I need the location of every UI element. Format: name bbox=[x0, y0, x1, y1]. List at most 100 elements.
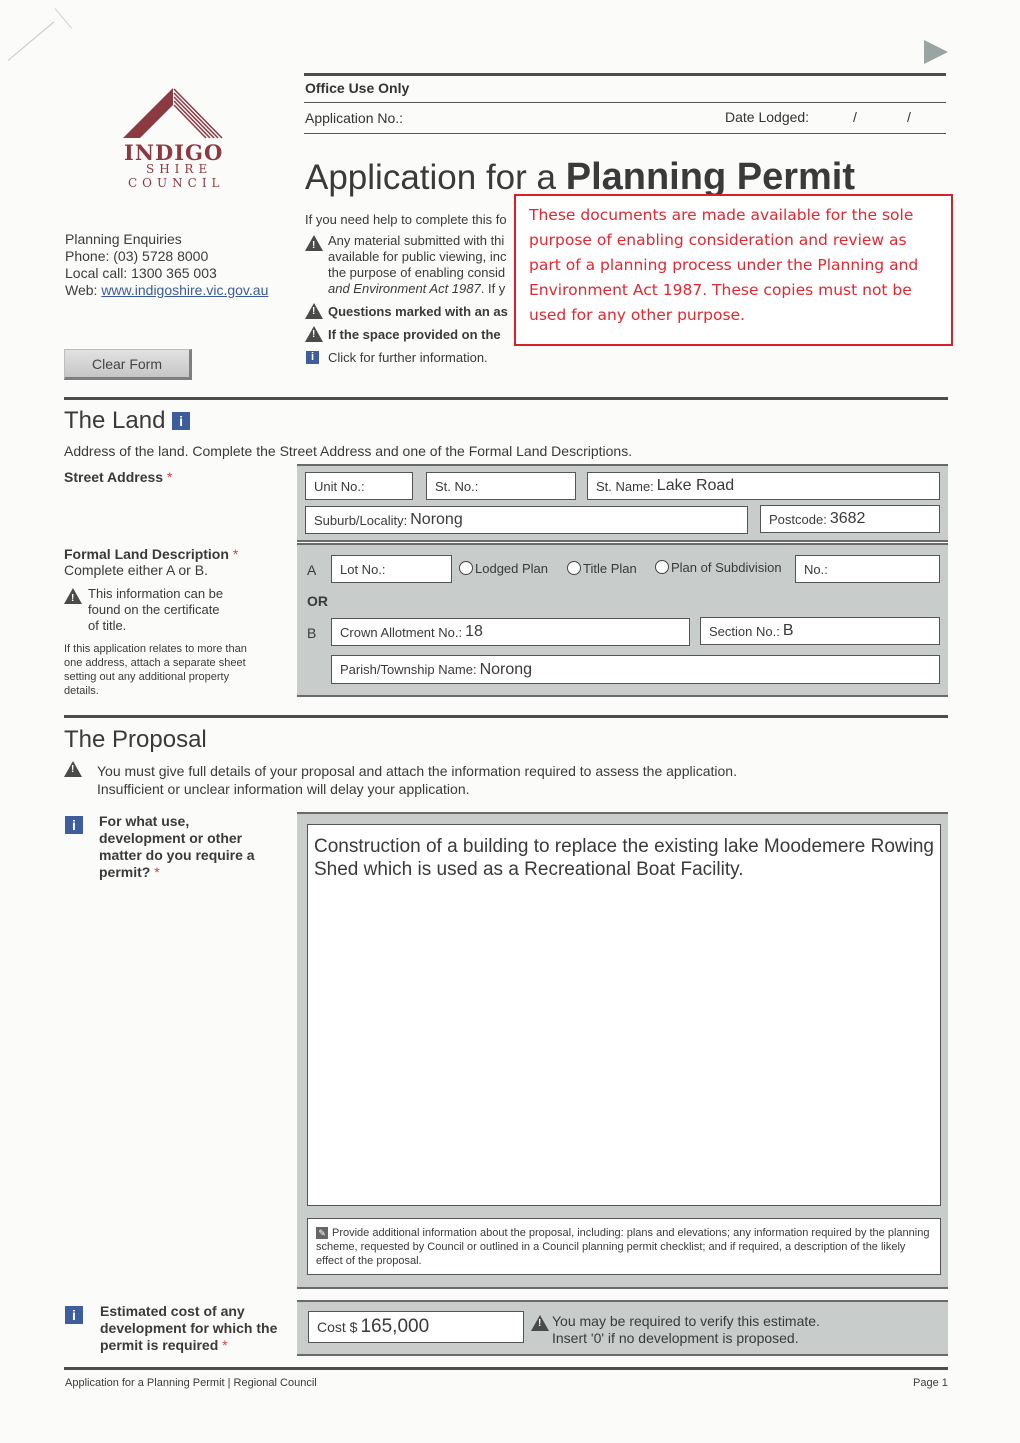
field-value: 165,000 bbox=[360, 1316, 430, 1337]
proposal-description-textarea[interactable]: Construction of a building to replace th… bbox=[307, 824, 941, 1206]
radio-lodged-plan[interactable]: Lodged Plan bbox=[459, 561, 548, 576]
help-notes: If you need help to complete this fo Any… bbox=[305, 212, 515, 365]
formal-label-text: Formal Land Description bbox=[64, 546, 229, 562]
radio-label: Title Plan bbox=[583, 561, 637, 576]
crown-allotment-field[interactable]: Crown Allotment No.: 18 bbox=[331, 618, 690, 646]
footer-divider bbox=[64, 1367, 948, 1370]
proposal-warning-line: Insufficient or unclear information will… bbox=[97, 781, 470, 797]
divider bbox=[304, 133, 946, 134]
land-description: Address of the land. Complete the Street… bbox=[64, 443, 633, 459]
field-label: Section No.: bbox=[709, 623, 780, 639]
space-note: If the space provided on the bbox=[305, 326, 515, 342]
info-icon[interactable]: i bbox=[65, 1306, 83, 1324]
material-line: available for public viewing, inc bbox=[328, 249, 507, 264]
field-value: Lake Road bbox=[656, 477, 735, 494]
planning-enquiries: Planning Enquiries Phone: (03) 5728 8000… bbox=[65, 231, 268, 299]
proposal-warning: You must give full details of your propo… bbox=[97, 762, 737, 798]
street-no-field[interactable]: St. No.: bbox=[426, 472, 576, 500]
postcode-field[interactable]: Postcode: 3682 bbox=[760, 505, 940, 533]
logo-text: SHIRE bbox=[146, 162, 213, 176]
radio-plan-of-subdivision[interactable]: Plan of Subdivision bbox=[655, 560, 782, 575]
space-note-text: If the space provided on the bbox=[328, 327, 501, 342]
info-note: i Click for further information. bbox=[305, 350, 515, 365]
office-use-title: Office Use Only bbox=[305, 80, 410, 96]
divider bbox=[304, 102, 946, 103]
field-label: St. Name: bbox=[596, 478, 654, 494]
option-b-label: B bbox=[307, 625, 317, 641]
act-name: and Environment Act 1987 bbox=[328, 281, 481, 296]
cost-note-line: You may be required to verify this estim… bbox=[552, 1313, 820, 1329]
field-label: No.: bbox=[804, 561, 828, 577]
website-link[interactable]: www.indigoshire.vic.gov.au bbox=[101, 282, 268, 298]
play-arrow-icon[interactable] bbox=[924, 40, 948, 64]
cost-field[interactable]: Cost $165,000 bbox=[308, 1311, 524, 1343]
scan-artifact bbox=[54, 8, 73, 29]
radio-button[interactable] bbox=[567, 561, 581, 575]
field-label: Suburb/Locality: bbox=[314, 512, 408, 528]
info-icon[interactable]: i bbox=[65, 816, 83, 834]
material-note: Any material submitted with thi availabl… bbox=[305, 233, 515, 297]
street-address-label: Street Address * bbox=[64, 469, 172, 485]
warning-icon bbox=[305, 235, 323, 254]
date-lodged-label: Date Lodged: bbox=[725, 109, 810, 125]
certificate-note-text: This information can be found on the cer… bbox=[88, 586, 224, 633]
field-label: Cost $ bbox=[317, 1319, 358, 1335]
date-separator: / bbox=[853, 109, 857, 125]
option-or-label: OR bbox=[307, 593, 328, 609]
disclaimer-notice: These documents are made available for t… bbox=[514, 194, 953, 346]
field-label: Crown Allotment No.: bbox=[340, 624, 463, 640]
plan-no-field[interactable]: No.: bbox=[795, 555, 940, 583]
scan-artifact bbox=[7, 21, 55, 61]
additional-info-text: Provide additional information about the… bbox=[316, 1227, 930, 1267]
cost-question-text: Estimated cost of any development for wh… bbox=[100, 1303, 278, 1353]
application-no-label: Application No.: bbox=[305, 110, 404, 126]
land-section-title: The Land i bbox=[64, 407, 191, 435]
title-prefix: Application for a bbox=[305, 158, 566, 197]
material-tail: . If y bbox=[480, 281, 506, 296]
field-value: Norong bbox=[410, 511, 463, 528]
required-mark: * bbox=[222, 1337, 228, 1353]
field-label: Lot No.: bbox=[340, 561, 386, 577]
clear-form-button[interactable]: Clear Form bbox=[64, 349, 192, 380]
asterisk-note: Questions marked with an as bbox=[305, 303, 515, 319]
radio-label: Lodged Plan bbox=[475, 561, 549, 576]
divider bbox=[304, 73, 946, 76]
section-divider bbox=[64, 397, 948, 400]
radio-button[interactable] bbox=[655, 560, 669, 574]
permit-question: For what use, development or other matte… bbox=[99, 813, 279, 881]
page-number: Page 1 bbox=[913, 1377, 948, 1389]
field-label: Unit No.: bbox=[314, 478, 365, 494]
formal-sub: Complete either A or B. bbox=[64, 562, 208, 578]
material-line: the purpose of enabling consid bbox=[328, 265, 506, 280]
suburb-field[interactable]: Suburb/Locality: Norong bbox=[305, 506, 748, 534]
warning-icon bbox=[305, 326, 323, 342]
field-label: St. No.: bbox=[435, 478, 479, 494]
date-separator: / bbox=[907, 109, 911, 125]
unit-no-field[interactable]: Unit No.: bbox=[305, 472, 413, 500]
logo-text: COUNCIL bbox=[128, 176, 225, 190]
radio-title-plan[interactable]: Title Plan bbox=[567, 561, 637, 576]
help-intro: If you need help to complete this fo bbox=[305, 212, 507, 227]
lot-no-field[interactable]: Lot No.: bbox=[331, 555, 452, 583]
phone-number: Phone: (03) 5728 8000 bbox=[65, 248, 209, 264]
page-title: Application for a Planning Permit bbox=[305, 156, 855, 199]
warning-icon bbox=[64, 761, 82, 777]
parish-field[interactable]: Parish/Township Name: Norong bbox=[331, 655, 940, 684]
multi-address-note: If this application relates to more than… bbox=[64, 643, 247, 697]
warning-icon bbox=[531, 1315, 549, 1331]
material-line: Any material submitted with thi bbox=[328, 233, 505, 248]
permit-question-text: For what use, development or other matte… bbox=[99, 813, 255, 880]
info-icon[interactable]: i bbox=[306, 351, 319, 364]
additional-info-note: ✎ Provide additional information about th… bbox=[307, 1218, 941, 1275]
asterisk-note-text: Questions marked with an as bbox=[328, 304, 508, 319]
warning-icon bbox=[305, 303, 323, 319]
radio-button[interactable] bbox=[459, 561, 473, 575]
cost-question: Estimated cost of any development for wh… bbox=[100, 1303, 290, 1354]
info-icon[interactable]: i bbox=[172, 412, 191, 430]
section-no-field[interactable]: Section No.: B bbox=[700, 617, 940, 645]
street-name-field[interactable]: St. Name: Lake Road bbox=[587, 472, 940, 500]
title-emphasis: Planning Permit bbox=[565, 156, 855, 198]
section-divider bbox=[64, 715, 948, 718]
edit-icon: ✎ bbox=[316, 1227, 328, 1239]
formal-land-info: Formal Land Description * Complete eithe… bbox=[64, 546, 284, 698]
